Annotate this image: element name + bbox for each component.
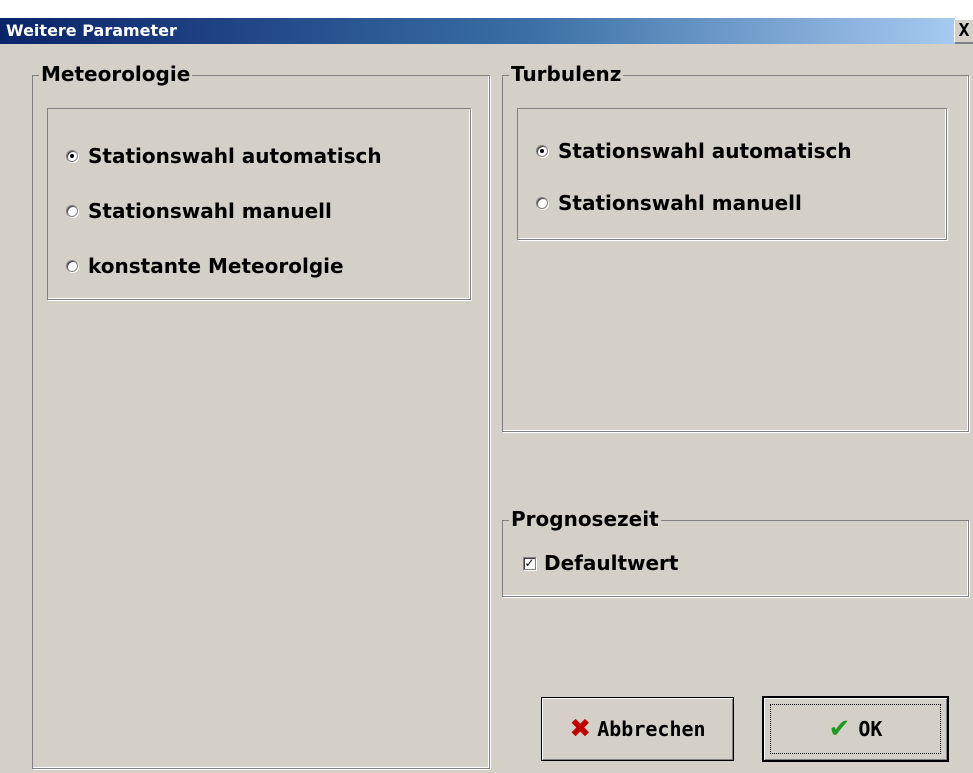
- radio-label: Stationswahl automatisch: [88, 144, 382, 168]
- checkbox-label: Defaultwert: [544, 551, 679, 575]
- radio-turb-auto[interactable]: Stationswahl automatisch: [536, 139, 852, 163]
- ok-button[interactable]: ✔ OK: [762, 696, 949, 762]
- meteorologie-options-box: Stationswahl automatisch Stationswahl ma…: [47, 108, 471, 300]
- prognosezeit-group: Prognosezeit ✓ Defaultwert: [502, 507, 969, 597]
- cancel-button[interactable]: ✖ Abbrechen: [541, 697, 734, 761]
- defaultwert-checkbox-row[interactable]: ✓ Defaultwert: [523, 551, 678, 575]
- turbulenz-group: Turbulenz Stationswahl automatisch Stati…: [502, 62, 969, 432]
- radio-turb-manuell[interactable]: Stationswahl manuell: [536, 191, 802, 215]
- radio-label: konstante Meteorolgie: [88, 254, 344, 278]
- window-title: Weitere Parameter: [6, 21, 177, 40]
- radio-label: Stationswahl automatisch: [558, 139, 852, 163]
- radio-button-checked[interactable]: [66, 150, 78, 162]
- title-caption: Weitere Parameter: [0, 18, 955, 44]
- meteorologie-group: Meteorologie Stationswahl automatisch St…: [32, 62, 490, 769]
- defaultwert-checkbox[interactable]: ✓: [523, 556, 536, 570]
- focus-rect: [770, 704, 941, 754]
- title-bar: Weitere Parameter X: [0, 0, 973, 44]
- radio-label: Stationswahl manuell: [558, 191, 802, 215]
- radio-meteo-manuell[interactable]: Stationswahl manuell: [66, 199, 332, 223]
- radio-meteo-auto[interactable]: Stationswahl automatisch: [66, 144, 382, 168]
- close-button[interactable]: X: [954, 20, 973, 42]
- red-x-icon: ✖: [569, 714, 592, 744]
- radio-button[interactable]: [536, 197, 548, 209]
- radio-meteo-konstant[interactable]: konstante Meteorolgie: [66, 254, 344, 278]
- radio-button[interactable]: [66, 260, 78, 272]
- radio-button-checked[interactable]: [536, 145, 548, 157]
- radio-button[interactable]: [66, 205, 78, 217]
- prognosezeit-title: Prognosezeit: [509, 507, 661, 531]
- radio-label: Stationswahl manuell: [88, 199, 332, 223]
- turbulenz-title: Turbulenz: [509, 62, 624, 86]
- cancel-button-label: Abbrechen: [597, 717, 706, 741]
- turbulenz-options-box: Stationswahl automatisch Stationswahl ma…: [517, 108, 947, 240]
- meteorologie-title: Meteorologie: [39, 62, 193, 86]
